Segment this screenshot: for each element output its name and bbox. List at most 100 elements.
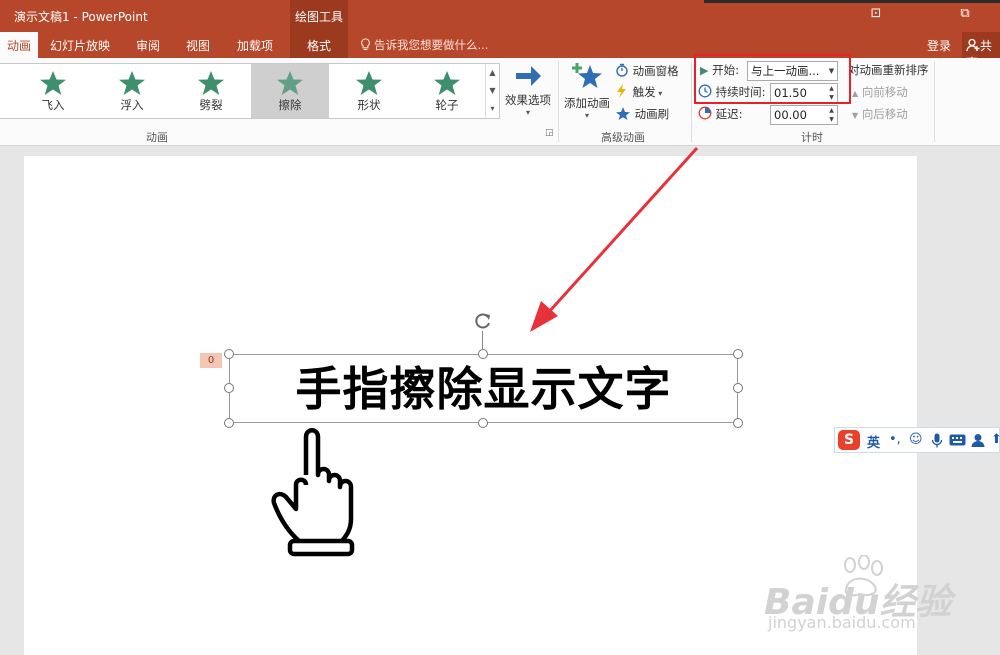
effect-options-button[interactable]: 效果选项 ▾ <box>502 63 554 117</box>
gallery-item-shape[interactable]: 形状 <box>330 64 408 118</box>
chevron-down-icon: ▾ <box>655 89 663 98</box>
resize-handle[interactable] <box>733 349 743 359</box>
more-options-icon[interactable]: ⬆ <box>991 432 1000 447</box>
resize-handle[interactable] <box>733 383 743 393</box>
gallery-item-float-in[interactable]: 浮入 <box>93 64 171 118</box>
up-triangle-icon: ▲ <box>852 89 859 98</box>
slide-title-text[interactable]: 手指擦除显示文字 <box>229 357 738 421</box>
drawing-tools-context-label: 绘图工具 <box>290 0 348 32</box>
tab-review[interactable]: 审阅 <box>128 32 168 58</box>
animation-order-tag[interactable]: 0 <box>200 353 222 368</box>
timing-highlight-box <box>694 54 851 104</box>
tab-addins[interactable]: 加载项 <box>230 32 280 58</box>
gallery-item-label: 浮入 <box>120 98 144 112</box>
gallery-scroll-down-icon[interactable]: ▼ <box>486 82 499 100</box>
resize-handle[interactable] <box>478 418 488 428</box>
keyboard-icon[interactable] <box>949 434 966 446</box>
tab-view[interactable]: 视图 <box>178 32 218 58</box>
tab-slideshow[interactable]: 幻灯片放映 <box>46 32 114 58</box>
animation-painter-icon <box>616 107 630 120</box>
baidu-watermark: Baidu经验 jingyan.baidu.com <box>746 555 996 645</box>
gallery-item-split[interactable]: 劈裂 <box>172 64 250 118</box>
animation-painter-button[interactable]: 动画刷 <box>615 104 669 124</box>
move-later-label: 向后移动 <box>861 107 908 121</box>
trigger-label: 触发 <box>632 85 656 99</box>
gallery-item-label: 飞入 <box>41 98 65 112</box>
shape-star-icon <box>356 71 382 95</box>
rotate-handle-icon[interactable] <box>473 311 493 331</box>
gallery-item-wheel[interactable]: 轮子 <box>408 64 486 118</box>
add-animation-star-icon <box>572 63 602 88</box>
resize-handle[interactable] <box>733 418 743 428</box>
ime-toolbar[interactable]: S 英 •, ☺ ⬆ <box>834 427 1000 453</box>
gallery-more-icon[interactable]: ▾ <box>486 100 499 118</box>
delay-label: 延迟: <box>715 107 743 121</box>
wheel-star-icon <box>434 71 460 95</box>
ime-mode-toggle[interactable]: 英 <box>867 432 880 451</box>
group-label-advanced: 高级动画 <box>601 131 645 144</box>
resize-handle[interactable] <box>224 349 234 359</box>
delay-value: 00.00 <box>774 108 807 122</box>
gallery-scroll-up-icon[interactable]: ▲ <box>486 64 499 82</box>
fly-in-star-icon <box>40 71 66 95</box>
resize-handle[interactable] <box>224 418 234 428</box>
animation-pane-button[interactable]: 动画窗格 <box>615 61 679 81</box>
delay-spinner[interactable]: 00.00 ▲ ▼ <box>770 105 838 125</box>
resize-handle[interactable] <box>478 349 488 359</box>
separator <box>934 62 935 142</box>
down-triangle-icon: ▼ <box>852 111 859 120</box>
restore-window-icon[interactable]: ⧉ <box>955 6 975 24</box>
animation-pane-label: 动画窗格 <box>632 64 679 78</box>
right-arrow-icon <box>516 66 541 86</box>
float-in-star-icon <box>119 71 145 95</box>
login-link[interactable]: 登录 <box>927 37 951 54</box>
wipe-star-icon <box>277 71 303 95</box>
gallery-item-label: 轮子 <box>435 98 459 112</box>
ribbon-display-options-icon[interactable]: ⊡ <box>866 6 886 24</box>
window-top-border <box>704 0 1000 3</box>
rotate-stem <box>482 331 483 349</box>
gallery-item-label: 劈裂 <box>199 98 223 112</box>
document-title: 演示文稿1 - PowerPoint <box>14 10 148 24</box>
effect-options-label: 效果选项 <box>505 93 551 107</box>
share-button[interactable]: 共享 <box>962 32 1000 70</box>
move-later-button[interactable]: ▼ 向后移动 <box>852 104 908 124</box>
separator <box>558 62 559 142</box>
ime-punctuation-icon[interactable]: •, <box>889 432 901 447</box>
split-star-icon <box>198 71 224 95</box>
person-icon <box>966 38 980 52</box>
resize-handle[interactable] <box>224 383 234 393</box>
chevron-down-icon: ▾ <box>584 111 589 120</box>
lightning-icon <box>617 84 626 98</box>
lightbulb-icon <box>361 38 370 51</box>
add-animation-label: 添加动画 <box>564 96 610 110</box>
group-label-animation: 动画 <box>146 131 168 144</box>
watermark-url: jingyan.baidu.com <box>768 613 916 632</box>
gallery-scrollbar[interactable]: ▲ ▼ ▾ <box>485 64 499 118</box>
chevron-down-icon: ▾ <box>525 108 530 117</box>
animation-gallery: 飞入 浮入 劈裂 擦除 形状 轮子 ▲ ▼ ▾ <box>0 63 500 119</box>
tell-me-search[interactable]: 告诉我您想要做什么... <box>360 37 488 53</box>
gallery-item-fly-in[interactable]: 飞入 <box>14 64 92 118</box>
tab-animation[interactable]: 动画 <box>0 32 38 58</box>
spinner-arrows-icon[interactable]: ▲ ▼ <box>826 106 837 124</box>
tab-format[interactable]: 格式 <box>290 32 348 58</box>
user-icon[interactable] <box>971 433 985 447</box>
add-animation-button[interactable]: 添加动画 ▾ <box>563 62 611 120</box>
move-earlier-label: 向前移动 <box>861 85 908 99</box>
trigger-button[interactable]: 触发 ▾ <box>615 82 662 102</box>
gallery-item-label: 擦除 <box>278 98 302 112</box>
move-earlier-button[interactable]: ▲ 向前移动 <box>852 82 908 102</box>
sogou-logo-icon: S <box>838 430 860 450</box>
delay-row: 延迟: <box>698 104 743 124</box>
gallery-item-wipe[interactable]: 擦除 <box>251 64 329 118</box>
delay-clock-icon <box>698 106 712 120</box>
animation-painter-label: 动画刷 <box>634 107 670 121</box>
tell-me-text: 告诉我您想要做什么... <box>374 38 489 52</box>
smiley-icon[interactable]: ☺ <box>909 432 923 447</box>
dialog-launcher-icon[interactable]: ◲ <box>545 123 554 143</box>
animation-pane-icon <box>616 63 628 77</box>
microphone-icon[interactable] <box>931 433 943 448</box>
gallery-item-label: 形状 <box>357 98 381 112</box>
separator <box>691 62 692 142</box>
